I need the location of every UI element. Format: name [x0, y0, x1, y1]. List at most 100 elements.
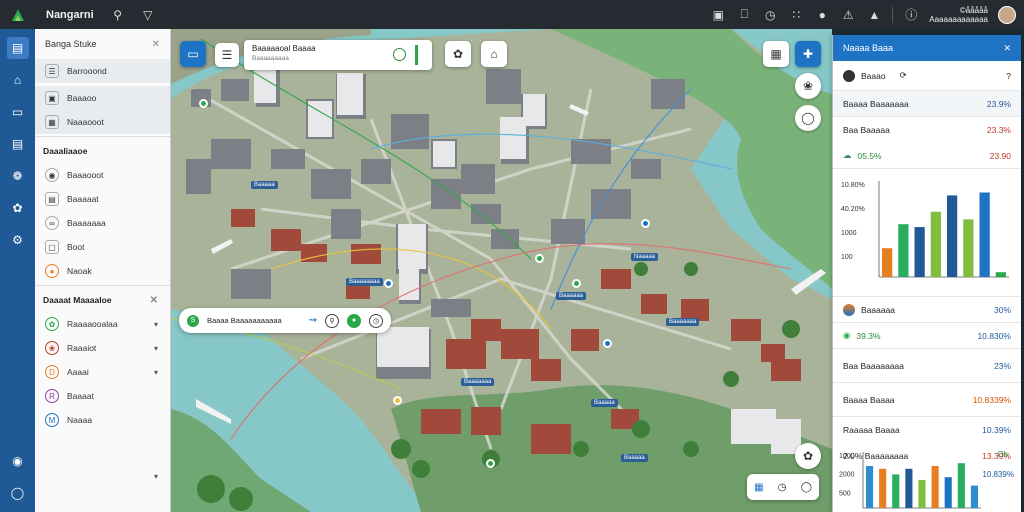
- search-icon[interactable]: ⚲: [325, 313, 339, 328]
- detail-row[interactable]: ☁ 05.5% 23.90: [833, 143, 1021, 169]
- layer-item[interactable]: ☰ Barrooond: [35, 59, 170, 83]
- map-pin[interactable]: [641, 219, 650, 228]
- detail-row[interactable]: Baaaa Baaaaaaa 23.9%: [833, 91, 1021, 117]
- close-icon[interactable]: ✕: [150, 295, 158, 306]
- layer-item[interactable]: R Baaaat: [35, 384, 170, 408]
- chart-bar[interactable]: [957, 463, 965, 508]
- filter-icon[interactable]: ▽: [140, 7, 156, 23]
- map-search-card[interactable]: Baaaaaoal Baaaa Baaaaaaaaa: [244, 40, 432, 70]
- layer-item[interactable]: D Aaaai ▾: [35, 360, 170, 384]
- chart-bar[interactable]: [970, 485, 978, 508]
- go-icon[interactable]: ●: [347, 313, 361, 328]
- layer-item[interactable]: M Naaaa: [35, 408, 170, 432]
- map-label[interactable]: Baaaaaaa: [461, 378, 495, 386]
- chart-bar[interactable]: [918, 480, 926, 508]
- map-label[interactable]: Baaaaaaa: [666, 318, 700, 326]
- map-label[interactable]: Baaaaa: [621, 454, 648, 462]
- chart-bar[interactable]: [914, 227, 925, 277]
- map-pin[interactable]: [384, 279, 393, 288]
- chart-bar[interactable]: [979, 192, 990, 277]
- map-pin[interactable]: [535, 254, 544, 263]
- chart-bar[interactable]: [963, 219, 974, 277]
- chevron-down-icon[interactable]: ▾: [154, 472, 158, 481]
- map-label[interactable]: Naaaaa: [631, 253, 659, 261]
- chart-bar[interactable]: [882, 248, 893, 277]
- rail-puzzle-icon[interactable]: ✿: [7, 197, 29, 219]
- chart-bar[interactable]: [947, 195, 958, 277]
- chart-bar[interactable]: [995, 272, 1006, 277]
- detail-row[interactable]: Baa Baaaaaaaa 23%: [833, 349, 1021, 383]
- map-canvas[interactable]: ▭ ☰ Baaaaaoal Baaaa Baaaaaaaaa ✿ ⌂ ▦ ✚ ❀…: [171, 29, 832, 512]
- route-bar[interactable]: S Baaaa Baaaaaaaaaaa ⇝ ⚲ ● ◷: [179, 308, 391, 333]
- map-label[interactable]: Baaaaaaaa: [346, 278, 383, 286]
- detail-row[interactable]: Baa Baaaaa 23.3%: [833, 117, 1021, 143]
- location-icon[interactable]: ◯: [795, 105, 821, 131]
- chart-bar[interactable]: [944, 477, 952, 508]
- section-header[interactable]: Daaaat Maaaaloe ✕: [35, 288, 170, 312]
- refresh-icon[interactable]: ⟳: [900, 70, 907, 81]
- clock-icon[interactable]: ◷: [369, 313, 383, 328]
- chevron-down-icon[interactable]: ▾: [154, 320, 158, 329]
- map-pin[interactable]: [603, 339, 612, 348]
- rail-home-icon[interactable]: ⌂: [7, 69, 29, 91]
- detail-row[interactable]: Baaao ⟳ ?: [833, 61, 1021, 91]
- chart-bar[interactable]: [930, 211, 941, 277]
- rail-help-icon[interactable]: ◯: [7, 482, 29, 504]
- chart-bar[interactable]: [892, 474, 900, 508]
- layer-item[interactable]: ▤ Baaaaat: [35, 187, 170, 211]
- section-header[interactable]: Daaaliaaoe: [35, 139, 170, 163]
- rail-map-icon[interactable]: ▤: [6, 37, 29, 59]
- map-view-icon[interactable]: ▦: [754, 482, 763, 493]
- chevron-down-icon[interactable]: ▾: [154, 368, 158, 377]
- screenshot-icon[interactable]: ▣: [710, 7, 726, 23]
- map-label[interactable]: Baaaaaa: [556, 292, 587, 300]
- layer-item[interactable]: ∞ Baaaaaaa: [35, 211, 170, 235]
- close-icon[interactable]: ✕: [152, 39, 160, 50]
- chart-bar[interactable]: [879, 468, 887, 508]
- chart-bar[interactable]: [905, 468, 913, 508]
- layer-item[interactable]: ▣ Baaaoo: [35, 86, 170, 110]
- notification-icon[interactable]: ⚠: [840, 7, 856, 23]
- rail-book-icon[interactable]: ▭: [7, 101, 29, 123]
- close-icon[interactable]: ✕: [1003, 43, 1011, 54]
- help-icon[interactable]: ?: [1006, 71, 1011, 81]
- grid-icon[interactable]: ∷: [788, 7, 804, 23]
- alerts-icon[interactable]: ▲: [866, 7, 882, 23]
- fullscreen-icon[interactable]: ◯: [801, 482, 812, 493]
- layer-item[interactable]: ● Naoak: [35, 259, 170, 283]
- info-icon[interactable]: ⓘ: [903, 7, 919, 23]
- rail-settings-icon[interactable]: ⚙: [7, 229, 29, 251]
- chevron-down-icon[interactable]: ▾: [154, 344, 158, 353]
- menu-icon[interactable]: ☰: [215, 43, 239, 67]
- map-pin[interactable]: [572, 279, 581, 288]
- rail-network-icon[interactable]: ❁: [7, 165, 29, 187]
- map-layers-button[interactable]: ▭: [180, 41, 206, 67]
- detail-row[interactable]: Baaaa Baaaa 10.8339%: [833, 383, 1021, 417]
- tools-icon[interactable]: ✿: [445, 41, 471, 67]
- detail-row[interactable]: ◉ 39.3% 10.830%: [833, 323, 1021, 349]
- detail-row[interactable]: Baaaaaa 30%: [833, 297, 1021, 323]
- map-pin[interactable]: [199, 99, 208, 108]
- compass-icon[interactable]: ✚: [795, 41, 821, 67]
- layer-item[interactable]: ✿ Raaaaooalaa ▾: [35, 312, 170, 336]
- home-icon[interactable]: ⌂: [481, 41, 507, 67]
- map-pin[interactable]: [486, 459, 495, 468]
- clock-icon[interactable]: ◷: [778, 482, 787, 493]
- search-icon[interactable]: ⚲: [110, 7, 126, 23]
- layer-item[interactable]: ◉ Baaaooot: [35, 163, 170, 187]
- detail-row[interactable]: Raaaaa Baaaa 10.39%: [833, 417, 1021, 443]
- more-item[interactable]: ▾: [35, 464, 170, 488]
- camera-icon[interactable]: ⎕: [736, 7, 752, 23]
- walk-icon[interactable]: ⇝: [309, 315, 317, 326]
- map-label[interactable]: Baaaaa: [251, 181, 278, 189]
- map-pin[interactable]: [393, 396, 402, 405]
- avatar[interactable]: [998, 5, 1016, 24]
- layer-item[interactable]: ❀ Raaaiot ▾: [35, 336, 170, 360]
- rail-chart-icon[interactable]: ▤: [7, 133, 29, 155]
- rail-globe-icon[interactable]: ◉: [7, 450, 29, 472]
- chart-bar[interactable]: [866, 466, 874, 508]
- history-icon[interactable]: ◷: [762, 7, 778, 23]
- chart-bar[interactable]: [898, 224, 909, 277]
- grid-icon[interactable]: ▦: [763, 41, 789, 67]
- map-label[interactable]: Baaaaa: [591, 399, 618, 407]
